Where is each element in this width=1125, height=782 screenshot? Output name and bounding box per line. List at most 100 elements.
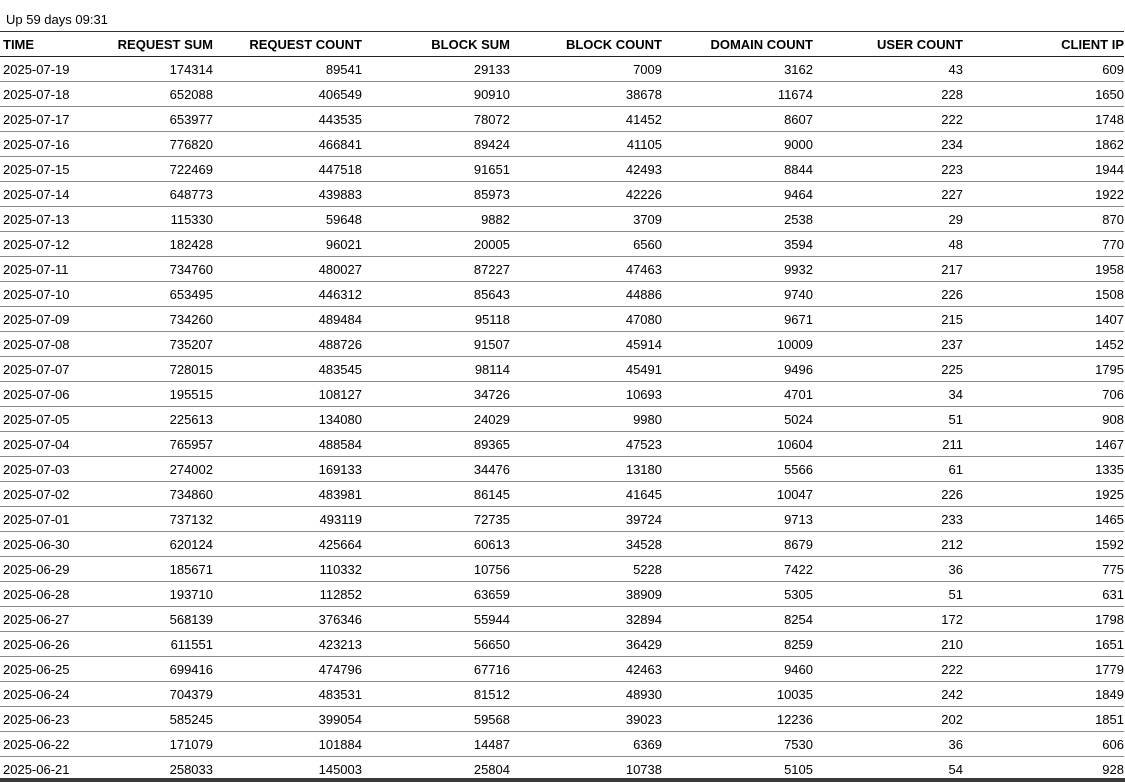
user-count-cell: 227: [813, 181, 963, 207]
user-count-cell: 51: [813, 581, 963, 607]
block-count-cell: 3709: [510, 206, 662, 232]
domain-count-cell: 7422: [662, 556, 813, 582]
user-count-cell: 51: [813, 406, 963, 432]
request-count-cell: 376346: [213, 606, 362, 632]
domain-count-cell: 10047: [662, 481, 813, 507]
block-count-cell: 47523: [510, 431, 662, 457]
domain-count-cell: 5305: [662, 581, 813, 607]
request-sum-cell: 171079: [110, 731, 213, 757]
table-row: 2025-07-08 735207 488726 91507 45914 10009 237…: [0, 331, 1124, 357]
request-sum-cell: 653977: [110, 106, 213, 132]
request-sum-cell: 735207: [110, 331, 213, 357]
block-sum-cell: 10756: [362, 556, 510, 582]
domain-count-cell: 9740: [662, 281, 813, 307]
block-sum-cell: 60613: [362, 531, 510, 557]
block-count-cell: 9980: [510, 406, 662, 432]
domain-count-cell: 9496: [662, 356, 813, 382]
request-count-cell: 59648: [213, 206, 362, 232]
request-count-cell: 446312: [213, 281, 362, 307]
time-cell: 2025-06-23: [0, 706, 110, 732]
domain-count-cell: 2538: [662, 206, 813, 232]
client-ip-cell: 1748: [963, 106, 1124, 132]
client-ip-cell: 606: [963, 731, 1124, 757]
time-cell: 2025-07-07: [0, 356, 110, 382]
block-count-cell: 42226: [510, 181, 662, 207]
user-count-cell: 34: [813, 381, 963, 407]
block-count-cell: 45491: [510, 356, 662, 382]
table-row: 2025-06-25 699416 474796 67716 42463 9460 222 1…: [0, 656, 1124, 682]
client-ip-cell: 1851: [963, 706, 1124, 732]
request-sum-cell: 734860: [110, 481, 213, 507]
table-row: 2025-06-22 171079 101884 14487 6369 7530 36 606: [0, 731, 1124, 757]
block-sum-cell: 91507: [362, 331, 510, 357]
block-count-cell: 41105: [510, 131, 662, 157]
request-sum-cell: 737132: [110, 506, 213, 532]
request-sum-cell: 722469: [110, 156, 213, 182]
column-header-block-sum: BLOCK SUM: [362, 32, 510, 57]
request-count-cell: 96021: [213, 231, 362, 257]
time-cell: 2025-07-17: [0, 106, 110, 132]
block-sum-cell: 81512: [362, 681, 510, 707]
table-row: 2025-07-07 728015 483545 98114 45491 9496 225 1…: [0, 356, 1124, 382]
column-header-block-count: BLOCK COUNT: [510, 32, 662, 57]
column-header-request-sum: REQUEST SUM: [110, 32, 213, 57]
client-ip-cell: 631: [963, 581, 1124, 607]
block-sum-cell: 87227: [362, 256, 510, 282]
request-count-cell: 169133: [213, 456, 362, 482]
table-row: 2025-07-13 115330 59648 9882 3709 2538 29 870: [0, 206, 1124, 232]
time-cell: 2025-06-27: [0, 606, 110, 632]
block-sum-cell: 29133: [362, 56, 510, 82]
request-sum-cell: 699416: [110, 656, 213, 682]
client-ip-cell: 775: [963, 556, 1124, 582]
client-ip-cell: 1922: [963, 181, 1124, 207]
request-sum-cell: 185671: [110, 556, 213, 582]
time-cell: 2025-07-13: [0, 206, 110, 232]
time-cell: 2025-06-30: [0, 531, 110, 557]
time-cell: 2025-07-15: [0, 156, 110, 182]
table-row: 2025-06-30 620124 425664 60613 34528 8679 212 1…: [0, 531, 1124, 557]
table-row: 2025-07-09 734260 489484 95118 47080 9671 215 1…: [0, 306, 1124, 332]
block-sum-cell: 34726: [362, 381, 510, 407]
block-count-cell: 6560: [510, 231, 662, 257]
user-count-cell: 212: [813, 531, 963, 557]
client-ip-cell: 1798: [963, 606, 1124, 632]
table-row: 2025-07-16 776820 466841 89424 41105 9000 234 1…: [0, 131, 1124, 157]
request-count-cell: 480027: [213, 256, 362, 282]
request-sum-cell: 648773: [110, 181, 213, 207]
table-row: 2025-06-23 585245 399054 59568 39023 12236 202…: [0, 706, 1124, 732]
table-row: 2025-07-11 734760 480027 87227 47463 9932 217 1…: [0, 256, 1124, 282]
time-cell: 2025-07-10: [0, 281, 110, 307]
request-count-cell: 89541: [213, 56, 362, 82]
block-count-cell: 5228: [510, 556, 662, 582]
column-header-time: TIME: [0, 32, 110, 57]
time-cell: 2025-06-25: [0, 656, 110, 682]
block-sum-cell: 34476: [362, 456, 510, 482]
user-count-cell: 226: [813, 281, 963, 307]
request-count-cell: 112852: [213, 581, 362, 607]
domain-count-cell: 5566: [662, 456, 813, 482]
time-cell: 2025-07-09: [0, 306, 110, 332]
client-ip-cell: 1508: [963, 281, 1124, 307]
domain-count-cell: 8254: [662, 606, 813, 632]
request-sum-cell: 620124: [110, 531, 213, 557]
table-row: 2025-07-12 182428 96021 20005 6560 3594 48 770: [0, 231, 1124, 257]
block-sum-cell: 63659: [362, 581, 510, 607]
client-ip-cell: 1795: [963, 356, 1124, 382]
request-sum-cell: 274002: [110, 456, 213, 482]
domain-count-cell: 4701: [662, 381, 813, 407]
time-cell: 2025-07-04: [0, 431, 110, 457]
block-sum-cell: 59568: [362, 706, 510, 732]
client-ip-cell: 908: [963, 406, 1124, 432]
request-count-cell: 483981: [213, 481, 362, 507]
daily-stats-table: TIME REQUEST SUM REQUEST COUNT BLOCK SUM…: [0, 32, 1124, 782]
domain-count-cell: 10035: [662, 681, 813, 707]
block-sum-cell: 98114: [362, 356, 510, 382]
time-cell: 2025-07-08: [0, 331, 110, 357]
block-count-cell: 38909: [510, 581, 662, 607]
request-count-cell: 110332: [213, 556, 362, 582]
user-count-cell: 36: [813, 556, 963, 582]
table-row: 2025-07-02 734860 483981 86145 41645 10047 226…: [0, 481, 1124, 507]
time-cell: 2025-07-12: [0, 231, 110, 257]
time-cell: 2025-06-22: [0, 731, 110, 757]
block-sum-cell: 67716: [362, 656, 510, 682]
